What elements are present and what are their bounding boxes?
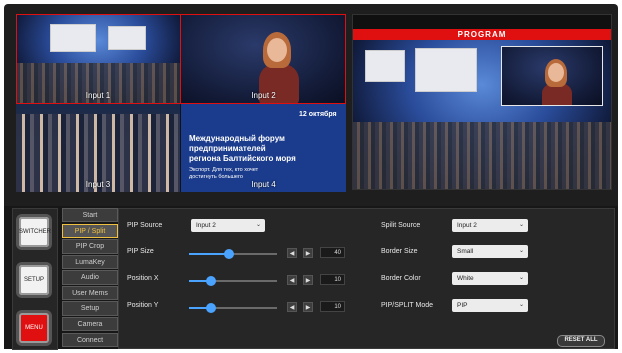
- chevron-down-icon: ⌄: [518, 248, 524, 254]
- position-y-decrement[interactable]: ◀: [287, 302, 297, 312]
- audience: [353, 121, 611, 189]
- setup-button[interactable]: SETUP: [19, 265, 49, 295]
- border-size-value: Small: [457, 248, 474, 255]
- position-y-label: Position Y: [127, 302, 159, 309]
- split-source-label: Spilit Source: [381, 222, 421, 229]
- pip-split-mode-value: PIP: [457, 302, 468, 309]
- position-y-increment[interactable]: ▶: [303, 302, 313, 312]
- menu-item-start[interactable]: Start: [62, 208, 118, 223]
- input-2-preview[interactable]: Input 2: [181, 14, 346, 103]
- switcher-button-label: SWITCHER: [19, 229, 51, 235]
- pip-source-select[interactable]: Input 2 ⌄: [191, 219, 265, 232]
- menu-item-camera[interactable]: Camera: [62, 317, 118, 332]
- menu-button[interactable]: MENU: [19, 313, 49, 343]
- position-y-slider[interactable]: [189, 303, 277, 313]
- chevron-down-icon: ⌄: [255, 222, 261, 228]
- pip-split-mode-select[interactable]: PIP ⌄: [452, 299, 528, 312]
- chevron-down-icon: ⌄: [518, 222, 524, 228]
- side-button-column: SWITCHER SETUP MENU: [12, 208, 58, 350]
- pip-size-decrement[interactable]: ◀: [287, 248, 297, 258]
- slide-line-3: региона Балтийского моря: [189, 154, 296, 163]
- settings-menu: Start PIP / Split PIP Crop LumaKey Audio User…: [62, 208, 118, 349]
- menu-item-audio[interactable]: Audio: [62, 270, 118, 285]
- split-source-select[interactable]: Input 2 ⌄: [452, 219, 528, 232]
- position-x-slider[interactable]: [189, 276, 277, 286]
- switcher-button[interactable]: SWITCHER: [19, 217, 51, 247]
- input-4-label: Input 4: [251, 180, 276, 189]
- speaker-face: [548, 63, 564, 82]
- reset-all-button[interactable]: RESET ALL: [557, 335, 605, 347]
- border-size-label: Border Size: [381, 248, 418, 255]
- menu-item-lumakey[interactable]: LumaKey: [62, 254, 118, 270]
- position-x-label: Position X: [127, 275, 159, 282]
- position-x-handle[interactable]: [206, 276, 216, 286]
- chevron-down-icon: ⌄: [518, 275, 524, 281]
- chevron-down-icon: ⌄: [518, 302, 524, 308]
- split-source-value: Input 2: [457, 222, 477, 229]
- stage-screen: [50, 24, 96, 52]
- pip-size-fill: [189, 253, 229, 255]
- border-color-select[interactable]: White ⌄: [452, 272, 528, 285]
- setup-button-label: SETUP: [23, 277, 44, 283]
- position-x-value[interactable]: 10: [320, 274, 345, 285]
- pip-size-value[interactable]: 40: [320, 247, 345, 258]
- position-x-decrement[interactable]: ◀: [287, 275, 297, 285]
- input-2-label: Input 2: [251, 91, 276, 100]
- input-1-label: Input 1: [85, 91, 111, 100]
- pip-size-handle[interactable]: [223, 249, 234, 259]
- slide-line-2: предпринимателей: [189, 144, 266, 153]
- menu-button-label: MENU: [25, 325, 43, 331]
- position-y-handle[interactable]: [206, 303, 216, 313]
- slide-date: 12 октября: [299, 111, 337, 118]
- position-x-increment[interactable]: ▶: [303, 275, 313, 285]
- position-y-value[interactable]: 10: [320, 301, 345, 312]
- speaker-face: [267, 38, 287, 62]
- input-3-label: Input 3: [85, 180, 111, 189]
- menu-item-user-mems[interactable]: User Mems: [62, 285, 118, 301]
- program-output: PROGRAM: [352, 14, 612, 190]
- stage-screen: [415, 48, 477, 92]
- border-color-label: Border Color: [381, 275, 421, 282]
- input-1-preview[interactable]: Input 1: [16, 14, 180, 103]
- menu-item-setup[interactable]: Setup: [62, 301, 118, 316]
- slide-subtitle: Экспорт. Для тех, кто хочет достигнуть б…: [189, 167, 259, 180]
- slide-line-1: Международный форум: [189, 134, 285, 143]
- program-image: [353, 40, 611, 189]
- stage-screen: [108, 26, 146, 50]
- pip-source-value: Input 2: [196, 222, 216, 229]
- pip-window: [501, 46, 603, 106]
- pip-size-label: PIP Size: [127, 248, 154, 255]
- pip-split-settings: PIP Source Input 2 ⌄ PIP Size ◀ ▶ 40 Pos…: [118, 208, 615, 349]
- menu-item-pip-crop[interactable]: PIP Crop: [62, 239, 118, 254]
- pip-size-increment[interactable]: ▶: [303, 248, 313, 258]
- menu-item-connect[interactable]: Connect: [62, 332, 118, 348]
- border-color-value: White: [457, 275, 474, 282]
- pip-split-mode-label: PIP/SPLIT Mode: [381, 302, 434, 309]
- multiview: Input 1 Input 2 Input 3 Международный фо…: [16, 14, 346, 192]
- input-4-preview[interactable]: Международный форум предпринимателей рег…: [181, 104, 346, 192]
- menu-item-pip-split[interactable]: PIP / Split: [62, 223, 118, 238]
- pip-size-slider[interactable]: [189, 249, 277, 259]
- input-3-preview[interactable]: Input 3: [16, 104, 180, 192]
- stage-screen: [365, 50, 405, 82]
- border-size-select[interactable]: Small ⌄: [452, 245, 528, 258]
- pip-source-label: PIP Source: [127, 222, 163, 229]
- program-label: PROGRAM: [353, 29, 611, 40]
